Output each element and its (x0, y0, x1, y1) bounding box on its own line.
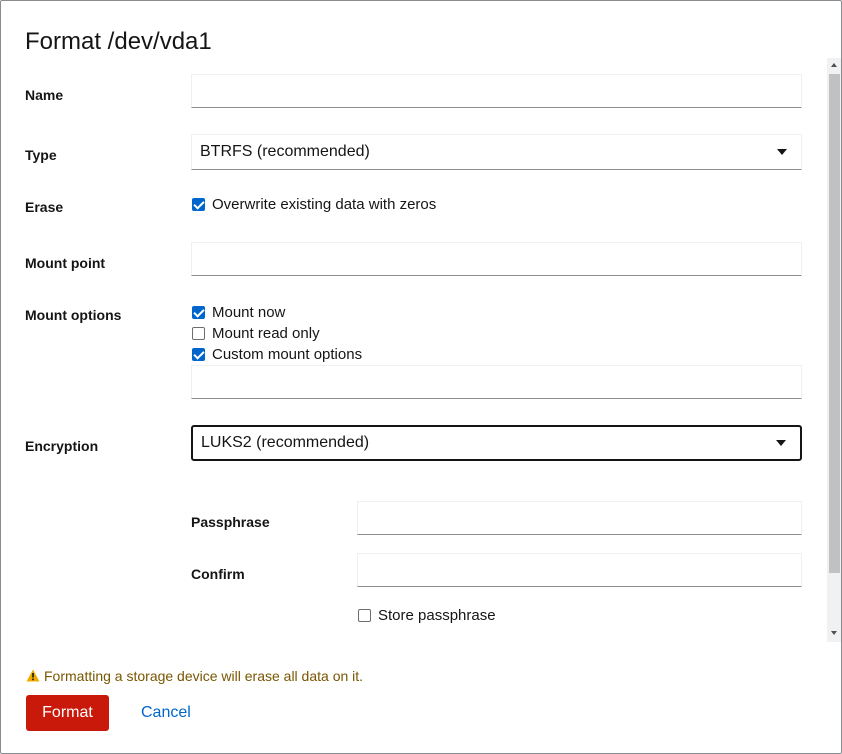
type-select-value: BTRFS (recommended) (200, 143, 370, 160)
custom-options-input[interactable] (191, 365, 802, 399)
erase-option-label: Overwrite existing data with zeros (212, 196, 437, 213)
encryption-label: Encryption (25, 438, 99, 454)
encryption-select-value: LUKS2 (recommended) (201, 434, 370, 451)
scroll-down-icon[interactable] (831, 631, 837, 635)
custom-options-checkbox[interactable] (192, 348, 205, 361)
erase-checkbox[interactable] (192, 198, 205, 211)
name-label: Name (25, 87, 64, 103)
confirm-input[interactable] (357, 553, 802, 587)
warning-message: Formatting a storage device will erase a… (44, 668, 364, 684)
caret-down-icon (776, 440, 786, 446)
store-passphrase-label: Store passphrase (378, 607, 496, 624)
mount-point-label: Mount point (25, 255, 106, 271)
confirm-label: Confirm (191, 566, 245, 582)
scroll-up-icon[interactable] (831, 63, 837, 67)
read-only-label: Mount read only (212, 325, 320, 342)
store-passphrase-checkbox[interactable] (358, 609, 371, 622)
mount-options-label: Mount options (25, 307, 122, 323)
format-button[interactable]: Format (26, 695, 109, 731)
name-input[interactable] (191, 74, 802, 108)
dialog-title: Format /dev/vda1 (25, 28, 212, 55)
format-dialog: Format /dev/vda1 Name Type BTRFS (recomm… (0, 0, 842, 754)
type-select[interactable]: BTRFS (recommended) (191, 134, 802, 170)
caret-down-icon (777, 149, 787, 155)
read-only-checkbox[interactable] (192, 327, 205, 340)
warning-triangle-icon (26, 669, 40, 682)
custom-options-label: Custom mount options (212, 346, 363, 363)
passphrase-input[interactable] (357, 501, 802, 535)
erase-label: Erase (25, 199, 64, 215)
mount-now-label: Mount now (212, 304, 286, 321)
mount-point-input[interactable] (191, 242, 802, 276)
mount-now-checkbox[interactable] (192, 306, 205, 319)
cancel-button[interactable]: Cancel (141, 695, 191, 731)
scrollbar-thumb[interactable] (829, 74, 840, 573)
encryption-select[interactable]: LUKS2 (recommended) (191, 425, 802, 461)
passphrase-label: Passphrase (191, 514, 270, 530)
type-label: Type (25, 147, 57, 163)
